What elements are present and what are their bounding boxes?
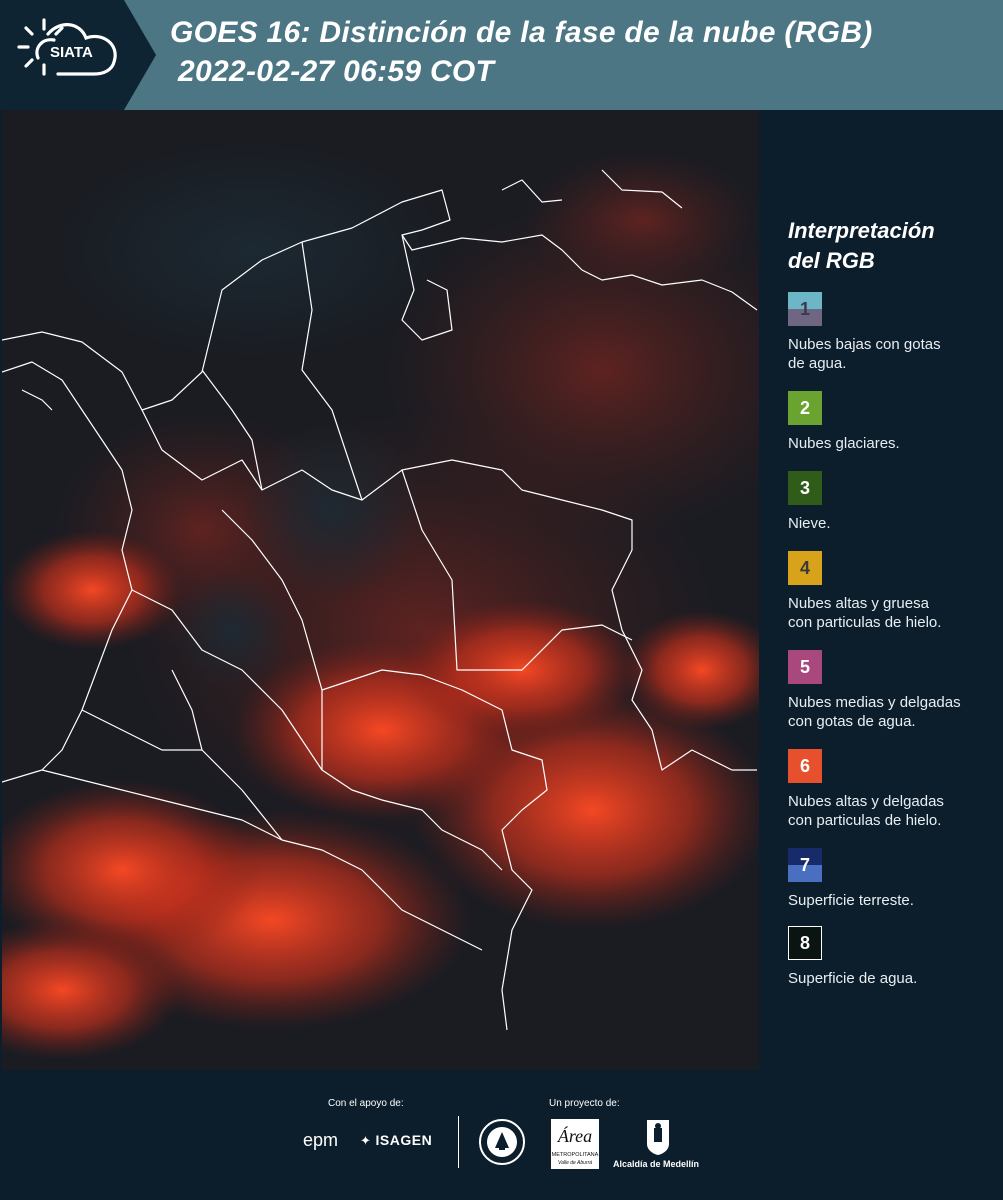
legend-swatch-1: 1 <box>788 292 822 326</box>
page-subtitle-datetime: 2022-02-27 06:59 COT <box>178 55 495 88</box>
legend-item-1: 1 Nubes bajas con gotas de agua. <box>788 292 998 373</box>
legend-description: Nubes bajas con gotas de agua. <box>788 335 998 373</box>
legend-swatch-2: 2 <box>788 391 822 425</box>
legend-item-4: 4 Nubes altas y gruesa con particulas de h… <box>788 551 998 632</box>
legend-swatch-4: 4 <box>788 551 822 585</box>
legend-swatch-3: 3 <box>788 471 822 505</box>
legend-description-line: Nubes altas y delgadas <box>788 793 944 810</box>
isagen-logo-text: ISAGEN <box>375 1132 433 1148</box>
legend-description-line: Superficie de agua. <box>788 970 918 987</box>
legend-number: 6 <box>799 755 810 776</box>
project-label: Un proyecto de: <box>549 1098 620 1109</box>
legend-description: Nubes glaciares. <box>788 434 998 453</box>
area-metropolitana-logo: Área METROPOLITANA Valle de Aburrá <box>551 1119 599 1169</box>
legend-description-line: con particulas de hielo. <box>788 812 942 829</box>
area-logo-region: Valle de Aburrá <box>558 1160 592 1166</box>
legend-description-line: Nubes medias y delgadas <box>788 694 961 711</box>
legend-description-line: Nieve. <box>788 515 831 532</box>
legend-description-line: con gotas de agua. <box>788 713 916 730</box>
siata-logo-text: SIATA <box>50 44 93 61</box>
legend-swatch-5: 5 <box>788 650 822 684</box>
legend-number: 1 <box>799 298 810 319</box>
legend-description-line: Nubes glaciares. <box>788 435 900 452</box>
legend-description-line: de agua. <box>788 355 847 372</box>
satellite-map <box>2 110 759 1070</box>
legend-number: 5 <box>799 656 810 677</box>
isagen-logo: ✦ ISAGEN <box>360 1132 432 1149</box>
legend-description: Nieve. <box>788 514 998 533</box>
university-seal-logo <box>479 1119 525 1165</box>
legend-title-line1: Interpretación <box>788 218 935 243</box>
legend-swatch-6: 6 <box>788 749 822 783</box>
footer-divider <box>458 1116 459 1168</box>
legend-item-2: 2 Nubes glaciares. <box>788 391 998 453</box>
legend-description: Nubes medias y delgadas con gotas de agua… <box>788 693 998 731</box>
legend-swatch-7: 7 <box>788 848 822 882</box>
legend-number: 7 <box>799 854 810 875</box>
legend-item-3: 3 Nieve. <box>788 471 998 533</box>
area-logo-subtitle: METROPOLITANA <box>552 1152 599 1158</box>
legend-swatch-8: 8 <box>788 926 822 960</box>
legend-item-5: 5 Nubes medias y delgadas con gotas de agu… <box>788 650 998 731</box>
rgb-legend: Interpretación del RGB 1 Nubes bajas con … <box>788 216 998 1004</box>
legend-description: Superficie de agua. <box>788 969 998 988</box>
siata-logo: SIATA <box>0 0 156 110</box>
page-title: GOES 16: Distinción de la fase de la nub… <box>170 16 873 49</box>
legend-description-line: Nubes bajas con gotas <box>788 336 941 353</box>
support-label: Con el apoyo de: <box>328 1098 404 1109</box>
legend-description-line: con particulas de hielo. <box>788 614 942 631</box>
legend-number: 8 <box>799 932 810 953</box>
legend-title: Interpretación del RGB <box>788 216 998 276</box>
legend-items: 1 Nubes bajas con gotas de agua. 2 Nubes gla… <box>788 292 998 988</box>
alcaldia-shield-logo <box>647 1120 669 1155</box>
epm-logo: epm <box>303 1130 339 1150</box>
header-bar: SIATA GOES 16: Distinción de la fase de … <box>0 0 1003 110</box>
rgb-composite-image <box>2 110 759 1070</box>
alcaldia-text: Alcaldía de Medellín <box>613 1159 700 1169</box>
area-logo-title: Área <box>557 1125 592 1146</box>
legend-description-line: Nubes altas y gruesa <box>788 595 929 612</box>
legend-number: 4 <box>799 557 810 578</box>
footer: Con el apoyo de: Un proyecto de: epm ✦ I… <box>0 1070 1003 1200</box>
legend-description: Nubes altas y gruesa con particulas de hi… <box>788 594 998 632</box>
isagen-logo-icon: ✦ <box>360 1133 376 1148</box>
legend-title-line2: del RGB <box>788 248 875 273</box>
legend-number: 2 <box>799 397 810 418</box>
legend-description: Nubes altas y delgadas con particulas de … <box>788 792 998 830</box>
legend-number: 3 <box>799 477 810 498</box>
legend-item-7: 7 Superficie terreste. <box>788 848 998 910</box>
legend-item-6: 6 Nubes altas y delgadas con particulas de… <box>788 749 998 830</box>
legend-description: Superficie terreste. <box>788 891 998 910</box>
legend-item-8: 8 Superficie de agua. <box>788 926 998 988</box>
legend-description-line: Superficie terreste. <box>788 892 914 909</box>
